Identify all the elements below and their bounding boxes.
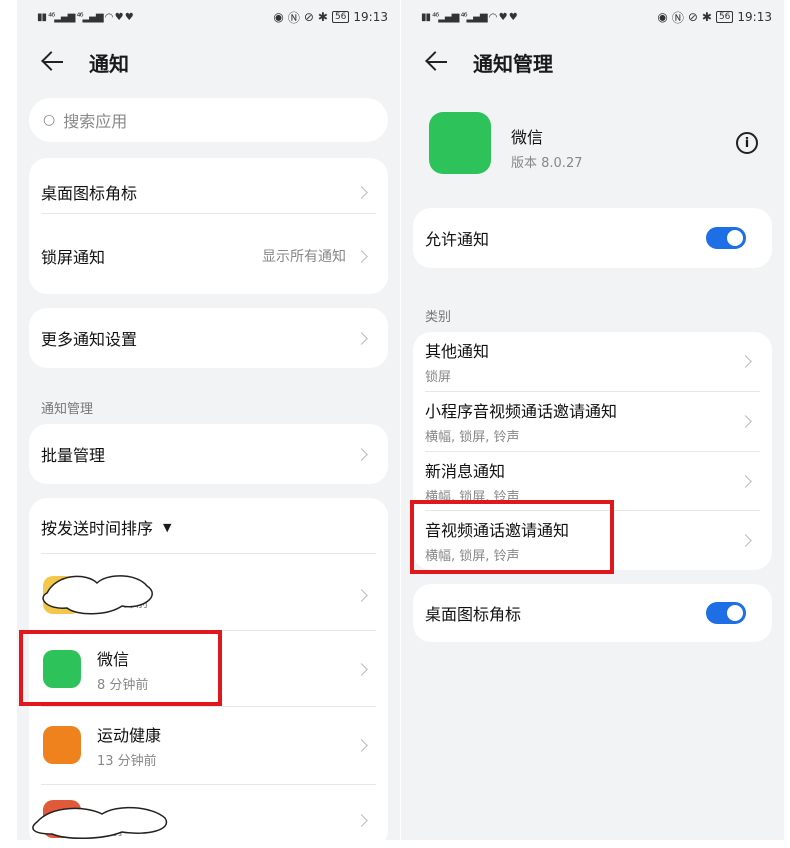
- app-row-3[interactable]: 钟前: [41, 788, 376, 840]
- app-row-0[interactable]: 2 分钟前: [41, 560, 376, 630]
- app-time: 2 分钟前: [97, 595, 149, 611]
- app-row-wechat[interactable]: 微信 8 分钟前: [41, 634, 376, 704]
- more-settings-card[interactable]: 更多通知设置: [29, 308, 388, 368]
- category-title: 其他通知: [425, 342, 490, 361]
- bluetooth-icon: ✱: [701, 10, 712, 24]
- page-title: 通知管理: [473, 51, 553, 76]
- app-version: 版本 8.0.27: [511, 156, 583, 171]
- health-icon: [43, 726, 81, 764]
- category-title: 音视频通话邀请通知: [425, 521, 570, 540]
- chevron-right-icon: [739, 355, 752, 368]
- app-time: 13 分钟前: [97, 753, 157, 769]
- chevron-right-icon: [739, 534, 752, 547]
- category-row-0[interactable]: 其他通知 锁屏: [425, 332, 760, 391]
- desktop-badge-label: 桌面图标角标: [41, 184, 138, 203]
- app-info-header: 微信 版本 8.0.27 i: [401, 112, 784, 182]
- desktop-badge-toggle[interactable]: [706, 602, 746, 624]
- batch-manage-row[interactable]: 批量管理: [41, 424, 376, 484]
- more-settings-row[interactable]: 更多通知设置: [41, 308, 376, 368]
- app-list-card: 按发送时间排序 ▼ 2 分钟前 微信 8 分钟前 运动健康 13 分钟前 钟前: [29, 498, 388, 840]
- section-label-category: 类别: [425, 310, 452, 325]
- chevron-right-icon: [355, 185, 368, 199]
- category-sub: 横幅, 锁屏, 铃声: [425, 549, 520, 564]
- battery-icon: 56: [331, 11, 350, 23]
- mute-icon: ⊘: [303, 10, 314, 24]
- battery-icon: 56: [715, 11, 734, 23]
- page-header: 通知: [17, 40, 400, 84]
- search-input[interactable]: ○ 搜索应用: [29, 98, 388, 142]
- category-card: 其他通知 锁屏 小程序音视频通话邀请通知 横幅, 锁屏, 铃声 新消息通知 横幅…: [413, 332, 772, 570]
- nfc-icon: Ⓝ: [287, 10, 300, 25]
- dropdown-arrow-icon: ▼: [163, 520, 172, 534]
- app-name: 微信: [511, 128, 544, 147]
- page-title: 通知: [89, 51, 129, 76]
- search-icon: ○: [43, 112, 56, 128]
- category-sub: 锁屏: [425, 370, 452, 385]
- more-settings-label: 更多通知设置: [41, 330, 138, 349]
- app-row-health[interactable]: 运动健康 13 分钟前: [41, 710, 376, 780]
- lockscreen-label: 锁屏通知: [41, 248, 106, 267]
- app-icon: [43, 800, 81, 838]
- allow-notifications-toggle[interactable]: [706, 227, 746, 249]
- app-name: 运动健康: [97, 725, 162, 745]
- app-icon: [43, 576, 81, 614]
- back-arrow-icon[interactable]: [423, 44, 459, 80]
- mute-icon: ⊘: [687, 10, 698, 24]
- chevron-right-icon: [355, 662, 368, 676]
- notifications-screen: ▮▮ ⁴⁶▂▄▆ ⁴⁶▂▄▆ ◠ ♥ ♥ ◉ Ⓝ ⊘ ✱ 56 19:13 通知…: [17, 0, 400, 840]
- chevron-right-icon: [355, 331, 368, 345]
- page-header: 通知管理: [401, 40, 784, 84]
- search-placeholder: 搜索应用: [63, 112, 128, 131]
- chevron-right-icon: [739, 415, 752, 428]
- batch-manage-label: 批量管理: [41, 446, 106, 465]
- allow-notifications-label: 允许通知: [425, 230, 490, 249]
- app-time: 8 分钟前: [97, 677, 149, 693]
- chevron-right-icon: [739, 475, 752, 488]
- category-title: 新消息通知: [425, 462, 506, 481]
- wechat-icon: [429, 112, 491, 174]
- chevron-right-icon: [355, 588, 368, 602]
- lockscreen-value: 显示所有通知: [262, 249, 346, 265]
- category-sub: 横幅, 锁屏, 铃声: [425, 490, 520, 505]
- desktop-badge-card: 桌面图标角标: [413, 584, 772, 642]
- allow-notifications-row: 允许通知: [425, 208, 760, 268]
- eye-icon: ◉: [273, 10, 284, 24]
- sort-selector[interactable]: 按发送时间排序 ▼: [41, 498, 376, 556]
- general-settings-card: 桌面图标角标 锁屏通知 显示所有通知: [29, 158, 388, 294]
- eye-icon: ◉: [657, 10, 668, 24]
- lockscreen-row[interactable]: 锁屏通知 显示所有通知: [41, 222, 376, 290]
- category-row-1[interactable]: 小程序音视频通话邀请通知 横幅, 锁屏, 铃声: [425, 392, 760, 451]
- status-time: 19:13: [737, 10, 772, 24]
- wechat-notification-manager: ▮▮ ⁴⁶▂▄▆ ⁴⁶▂▄▆ ◠ ♥ ♥ ◉ Ⓝ ⊘ ✱ 56 19:13 通知…: [401, 0, 784, 840]
- wechat-icon: [43, 650, 81, 688]
- chevron-right-icon: [355, 738, 368, 752]
- status-bar: ▮▮ ⁴⁶▂▄▆ ⁴⁶▂▄▆ ◠ ♥ ♥ ◉ Ⓝ ⊘ ✱ 56 19:13: [401, 6, 784, 28]
- bluetooth-icon: ✱: [317, 10, 328, 24]
- desktop-badge-row[interactable]: 桌面图标角标: [41, 158, 376, 226]
- category-row-3[interactable]: 音视频通话邀请通知 横幅, 锁屏, 铃声: [425, 511, 760, 570]
- chevron-right-icon: [355, 813, 368, 827]
- status-bar: ▮▮ ⁴⁶▂▄▆ ⁴⁶▂▄▆ ◠ ♥ ♥ ◉ Ⓝ ⊘ ✱ 56 19:13: [17, 6, 400, 28]
- back-arrow-icon[interactable]: [39, 44, 75, 80]
- batch-manage-card[interactable]: 批量管理: [29, 424, 388, 484]
- desktop-badge-label: 桌面图标角标: [425, 605, 522, 624]
- info-icon[interactable]: i: [736, 132, 758, 154]
- section-label-manage: 通知管理: [41, 402, 94, 417]
- nfc-icon: Ⓝ: [671, 10, 684, 25]
- chevron-right-icon: [355, 249, 368, 263]
- sort-label: 按发送时间排序: [41, 519, 154, 538]
- chevron-right-icon: [355, 447, 368, 461]
- status-time: 19:13: [353, 10, 388, 24]
- signal-icon: ▮▮ ⁴⁶▂▄▆ ⁴⁶▂▄▆ ◠ ♥ ♥: [421, 11, 518, 23]
- allow-notifications-card: 允许通知: [413, 208, 772, 268]
- signal-icon: ▮▮ ⁴⁶▂▄▆ ⁴⁶▂▄▆ ◠ ♥ ♥: [37, 11, 134, 23]
- category-title: 小程序音视频通话邀请通知: [425, 402, 618, 421]
- category-row-2[interactable]: 新消息通知 横幅, 锁屏, 铃声: [425, 452, 760, 511]
- category-sub: 横幅, 锁屏, 铃声: [425, 430, 520, 445]
- desktop-badge-row: 桌面图标角标: [425, 584, 760, 642]
- app-name: 微信: [97, 649, 130, 669]
- app-time: 钟前: [97, 823, 124, 839]
